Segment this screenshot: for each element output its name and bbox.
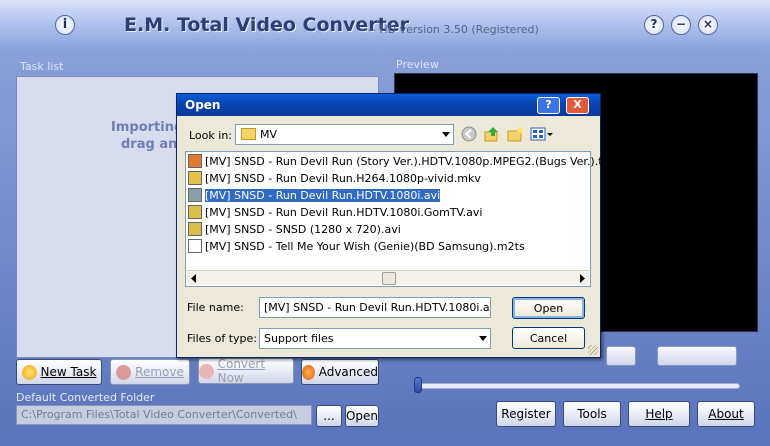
advanced-icon — [302, 364, 315, 380]
file-type-value: Support files — [264, 332, 334, 345]
convert-now-button[interactable]: Convert Now — [198, 357, 294, 385]
resize-grip[interactable] — [588, 345, 598, 355]
look-in-select[interactable]: MV — [235, 124, 454, 145]
new-folder-icon[interactable] — [506, 126, 524, 142]
file-row-selected[interactable]: [MV] SNSD - Run Devil Run.HDTV.1080i.avi — [188, 188, 442, 204]
view-menu-icon[interactable] — [530, 126, 554, 142]
output-folder-label: Default Converted Folder — [16, 391, 155, 404]
file-name-input[interactable]: [MV] SNSD - Run Devil Run.HDTV.1080i.avi — [259, 297, 491, 318]
file-name: [MV] SNSD - Run Devil Run.HDTV.1080i.avi — [205, 189, 441, 202]
back-icon[interactable] — [460, 126, 478, 142]
file-icon — [188, 239, 202, 253]
file-list-hscrollbar[interactable] — [187, 270, 589, 285]
video-file-icon — [188, 205, 202, 219]
file-type-label: Files of type: — [187, 332, 258, 345]
video-file-icon — [188, 171, 202, 185]
playback-wide-button[interactable] — [657, 346, 737, 366]
open-dialog: Open ? X Look in: MV [MV] SNSD - Run Dev… — [176, 93, 608, 358]
look-in-value: MV — [260, 128, 278, 141]
app-title-bar: i E.M. Total Video Converter ---- HD ver… — [0, 0, 770, 50]
folder-icon — [241, 128, 256, 140]
browse-folder-button[interactable]: ... — [316, 405, 342, 427]
file-name: [MV] SNSD - SNSD (1280 x 720).avi — [205, 223, 401, 236]
file-list[interactable]: [MV] SNSD - Run Devil Run (Story Ver.).H… — [185, 151, 608, 287]
file-name: [MV] SNSD - Tell Me Your Wish (Genie)(BD… — [205, 240, 525, 253]
advanced-label: Advanced — [318, 365, 378, 379]
open-folder-button[interactable]: Open — [345, 405, 379, 427]
convert-now-label: Convert Now — [217, 357, 266, 385]
scroll-thumb[interactable] — [382, 272, 396, 285]
up-folder-icon[interactable] — [483, 126, 501, 142]
dialog-help-icon[interactable]: ? — [537, 97, 560, 114]
file-row[interactable]: [MV] SNSD - Run Devil Run (Story Ver.).H… — [188, 154, 610, 170]
file-row[interactable]: [MV] SNSD - Run Devil Run.H264.1080p-viv… — [188, 171, 483, 187]
file-name: [MV] SNSD - Run Devil Run (Story Ver.).H… — [205, 155, 609, 168]
video-file-icon — [188, 154, 202, 168]
info-icon[interactable]: i — [55, 15, 75, 35]
close-icon[interactable]: × — [698, 15, 718, 35]
video-file-icon — [188, 188, 202, 202]
about-button[interactable]: About — [697, 401, 755, 427]
file-row[interactable]: [MV] SNSD - Tell Me Your Wish (Genie)(BD… — [188, 239, 527, 255]
output-folder-field[interactable]: C:\Program Files\Total Video Converter\C… — [16, 405, 312, 425]
new-task-button[interactable]: New Task — [16, 359, 102, 385]
dialog-open-label: Open — [533, 301, 564, 315]
dialog-close-icon[interactable]: X — [566, 97, 589, 114]
file-row[interactable]: [MV] SNSD - SNSD (1280 x 720).avi — [188, 222, 403, 238]
file-name: [MV] SNSD - Run Devil Run.H264.1080p-viv… — [205, 172, 481, 185]
remove-button[interactable]: Remove — [110, 359, 190, 385]
app-version: ---- HD version 3.50 (Registered) — [360, 23, 539, 36]
chevron-down-icon — [479, 336, 487, 341]
preview-label: Preview — [396, 58, 439, 71]
playback-control-button[interactable] — [606, 346, 636, 366]
new-task-icon — [21, 364, 37, 380]
preview-seek-thumb[interactable] — [414, 377, 422, 393]
help-icon[interactable]: ? — [644, 15, 664, 35]
remove-label: Remove — [135, 365, 184, 379]
dialog-cancel-button[interactable]: Cancel — [512, 327, 585, 349]
advanced-button[interactable]: Advanced — [301, 359, 379, 385]
register-button[interactable]: Register — [496, 401, 556, 427]
preview-seek-track[interactable] — [416, 383, 740, 389]
file-row[interactable]: [MV] SNSD - Run Devil Run.HDTV.1080i.Gom… — [188, 205, 484, 221]
video-file-icon — [188, 222, 202, 236]
help-label: Help — [645, 407, 673, 421]
dialog-title-bar[interactable]: Open ? X — [177, 94, 600, 116]
look-in-label: Look in: — [189, 129, 232, 142]
help-button[interactable]: Help — [628, 401, 690, 427]
file-name-label: File name: — [187, 301, 244, 314]
about-label: About — [708, 407, 744, 421]
task-list-label: Task list — [20, 60, 64, 73]
new-task-label: New Task — [40, 365, 97, 379]
dialog-title: Open — [185, 98, 221, 112]
dialog-open-button[interactable]: Open — [512, 297, 585, 319]
scroll-left-icon[interactable] — [190, 274, 198, 283]
chevron-down-icon — [442, 132, 450, 137]
file-name: [MV] SNSD - Run Devil Run.HDTV.1080i.Gom… — [205, 206, 483, 219]
tools-button[interactable]: Tools — [563, 401, 621, 427]
remove-icon — [116, 364, 132, 380]
convert-icon — [199, 363, 214, 379]
minimize-icon[interactable]: − — [671, 15, 691, 35]
scroll-right-icon[interactable] — [578, 274, 586, 283]
file-type-select[interactable]: Support files — [259, 328, 491, 349]
